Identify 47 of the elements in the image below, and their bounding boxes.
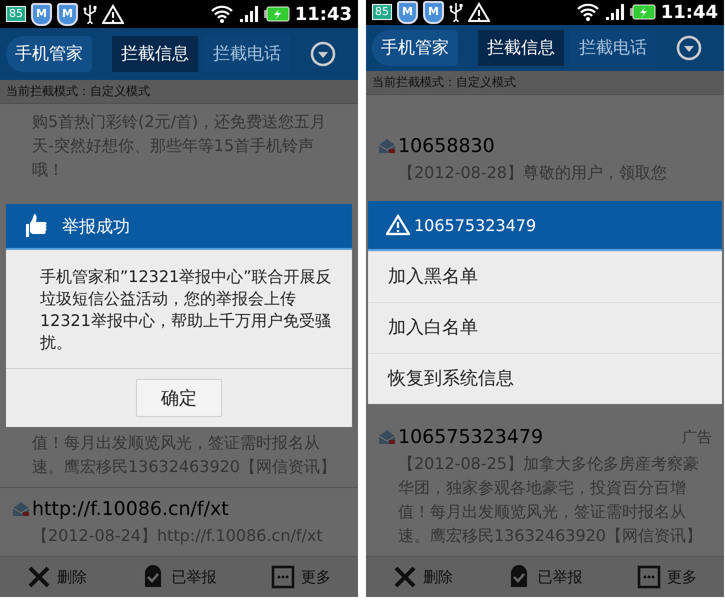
tab[interactable]: 拦截电话 xyxy=(204,36,290,72)
close-icon xyxy=(393,566,418,588)
back-button[interactable]: 手机管家 xyxy=(6,36,92,72)
menu-item[interactable]: 加入白名单 xyxy=(368,302,722,353)
shield-badge: M xyxy=(397,0,418,24)
mode-label: 当前拦截模式：自定义模式 xyxy=(366,71,724,95)
usb-icon xyxy=(449,2,463,22)
wifi-icon xyxy=(210,4,234,24)
dropdown-icon[interactable] xyxy=(676,34,702,61)
dialog-message: 手机管家和”12321举报中心”联合开展反垃圾短信公益活动，您的举报会上传12321举报中心，帮助上千万用户免受骚扰。 xyxy=(6,250,352,369)
signal-icon xyxy=(604,3,625,22)
warning-icon xyxy=(102,4,124,24)
shield-badge: M xyxy=(31,2,52,26)
thumbs-up-icon xyxy=(26,213,48,239)
tab[interactable]: 拦截电话 xyxy=(570,30,656,66)
tab[interactable]: 拦截信息 xyxy=(112,36,198,72)
warning-icon xyxy=(386,214,410,236)
envelope-icon xyxy=(378,138,396,154)
battery-badge: 85 xyxy=(372,4,392,20)
close-icon xyxy=(27,566,52,588)
usb-icon xyxy=(83,4,97,24)
battery-badge: 85 xyxy=(6,6,26,22)
more-icon xyxy=(270,565,295,589)
shield-badge: M xyxy=(57,2,78,26)
envelope-icon xyxy=(12,501,30,517)
sender-name: http://f.10086.cn/f/xt xyxy=(32,498,229,520)
sender-name: 10658830 xyxy=(398,135,495,157)
battery-icon xyxy=(630,4,656,20)
mode-label: 当前拦截模式：自定义模式 xyxy=(0,80,358,104)
clock-time: 11:44 xyxy=(660,2,718,23)
battery-icon xyxy=(264,6,290,22)
wifi-icon xyxy=(576,2,600,22)
dialog-title: 举报成功 xyxy=(62,216,130,238)
tab[interactable]: 拦截信息 xyxy=(478,30,564,66)
envelope-icon xyxy=(378,429,396,445)
clock-time: 11:43 xyxy=(294,4,352,24)
more-icon xyxy=(636,565,661,589)
shield-badge: M xyxy=(423,0,444,24)
warning-icon xyxy=(468,2,490,22)
back-button[interactable]: 手机管家 xyxy=(372,30,458,66)
menu-item[interactable]: 加入黑名单 xyxy=(368,251,722,302)
menu-item[interactable]: 恢复到系统信息 xyxy=(368,353,722,404)
dialog-title: 106575323479 xyxy=(414,216,536,234)
confirm-button[interactable]: 确定 xyxy=(136,379,222,417)
signal-icon xyxy=(238,5,259,23)
dropdown-icon[interactable] xyxy=(310,41,336,67)
sender-name: 106575323479 xyxy=(398,426,544,448)
